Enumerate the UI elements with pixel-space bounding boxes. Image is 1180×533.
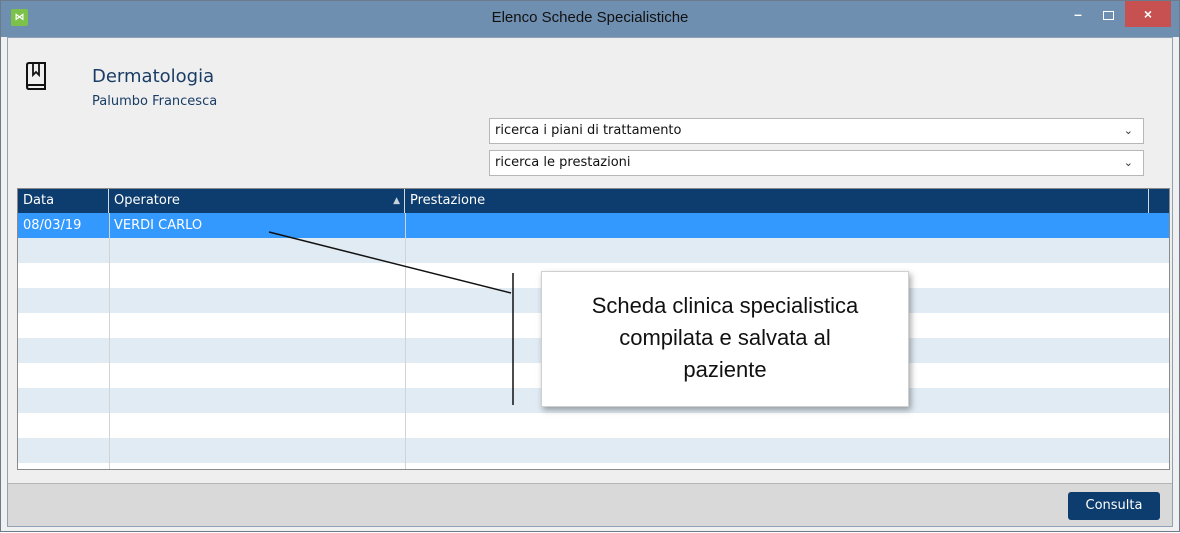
callout-line-3: paziente [683,357,767,382]
annotation-callout: Scheda clinica specialistica compilata e… [541,271,909,407]
callout-line-1: Scheda clinica specialistica [591,293,859,318]
callout-pointer [268,231,514,405]
window: ⋈ Elenco Schede Specialistiche – × Derma… [0,0,1180,532]
callout-line-2: compilata e salvata al [619,325,831,350]
